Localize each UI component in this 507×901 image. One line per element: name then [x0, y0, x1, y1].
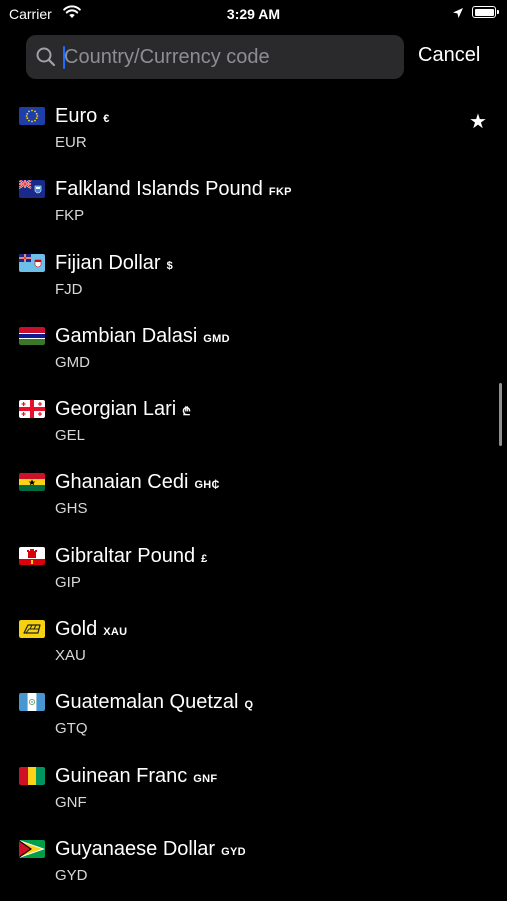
currency-symbol: ₾ [182, 406, 191, 419]
currency-symbol: GH₵ [194, 479, 220, 492]
currency-name-text: Guinean Franc [55, 764, 188, 787]
georgia-flag-icon [19, 400, 45, 419]
currency-name-text: Georgian Lari [55, 398, 177, 421]
currency-name: Guyanaese Dollar GYD [55, 838, 246, 861]
fiji-flag-icon [19, 253, 45, 272]
gambia-flag-icon [19, 326, 45, 345]
currency-code: FKP [55, 207, 85, 225]
currency-symbol: GNF [193, 772, 218, 785]
currency-row[interactable]: Gambian Dalasi GMD GMD [0, 315, 507, 388]
currency-symbol: XAU [103, 626, 128, 639]
currency-name-text: Gambian Dalasi [55, 324, 198, 347]
guatemala-flag-icon [19, 693, 45, 712]
battery-icon [472, 6, 499, 18]
currency-code: GEL [55, 427, 86, 445]
currency-name: Guatemalan Quetzal Q [55, 691, 253, 714]
currency-row[interactable]: Guinean Franc GNF GNF [0, 755, 507, 828]
status-bar: Carrier 3:29 AM [0, 0, 507, 28]
currency-list[interactable]: Euro € EUR ★ Falkland Islands Pound FKP FKP Fij… [0, 95, 507, 901]
currency-row[interactable]: Gibraltar Pound £ GIP [0, 535, 507, 608]
currency-row[interactable]: Guatemalan Quetzal Q GTQ [0, 681, 507, 754]
currency-symbol: £ [201, 552, 208, 565]
scrollbar[interactable] [499, 383, 502, 446]
currency-name-text: Guatemalan Quetzal [55, 691, 239, 714]
currency-row[interactable]: Gold XAU XAU [0, 608, 507, 681]
currency-row[interactable]: Georgian Lari ₾ GEL [0, 388, 507, 461]
currency-code: GNF [55, 793, 87, 811]
status-time: 3:29 AM [226, 6, 281, 22]
guinea-flag-icon [19, 766, 45, 785]
currency-row[interactable]: Ghanaian Cedi GH₵ GHS [0, 461, 507, 534]
currency-code: GTQ [55, 720, 88, 738]
currency-name-text: Fijian Dollar [55, 251, 161, 274]
currency-code: GMD [55, 353, 90, 371]
ghana-flag-icon [19, 473, 45, 492]
currency-name: Guinean Franc GNF [55, 765, 217, 788]
currency-name-text: Falkland Islands Pound [55, 178, 263, 201]
currency-symbol: Q [244, 699, 254, 712]
currency-name-text: Ghanaian Cedi [55, 471, 189, 494]
currency-name: Falkland Islands Pound FKP [55, 178, 292, 201]
currency-code: XAU [55, 647, 86, 665]
currency-name: Georgian Lari ₾ [55, 398, 191, 421]
favorite-star-icon[interactable]: ★ [469, 109, 487, 134]
currency-name-text: Gold [55, 618, 98, 641]
cancel-button[interactable]: Cancel [418, 44, 480, 67]
currency-row[interactable]: Fijian Dollar $ FJD [0, 242, 507, 315]
currency-name: Gibraltar Pound £ [55, 545, 208, 568]
currency-name: Fijian Dollar $ [55, 252, 173, 275]
currency-name: Ghanaian Cedi GH₵ [55, 471, 220, 494]
currency-name-text: Guyanaese Dollar [55, 837, 216, 860]
location-arrow-icon [452, 6, 464, 24]
search-field[interactable] [26, 35, 404, 79]
currency-symbol: GMD [203, 332, 230, 345]
currency-code: EUR [55, 134, 87, 151]
text-caret [63, 46, 65, 69]
currency-name: Gold XAU [55, 618, 127, 641]
search-icon [35, 46, 57, 73]
currency-symbol: FKP [268, 186, 292, 199]
currency-name-text: Gibraltar Pound [55, 544, 196, 567]
falkland-flag-icon [19, 180, 45, 199]
currency-name-text: Euro [55, 105, 98, 127]
currency-row[interactable]: Guyanaese Dollar GYD GYD [0, 828, 507, 901]
currency-symbol: $ [166, 259, 174, 272]
currency-row[interactable]: Falkland Islands Pound FKP FKP [0, 168, 507, 241]
currency-code: GHS [55, 500, 88, 518]
search-input[interactable] [62, 35, 394, 79]
currency-symbol: € [103, 113, 110, 125]
gibraltar-flag-icon [19, 546, 45, 565]
currency-name: Gambian Dalasi GMD [55, 325, 230, 348]
currency-code: FJD [55, 280, 83, 298]
currency-code: GYD [55, 866, 88, 884]
currency-row[interactable]: Euro € EUR ★ [0, 95, 507, 168]
currency-code: GIP [55, 573, 81, 591]
eu-flag-icon [19, 107, 45, 125]
currency-name: Euro € [55, 105, 110, 128]
guyana-flag-icon [19, 839, 45, 858]
currency-symbol: GYD [221, 845, 246, 858]
gold-icon [19, 620, 45, 639]
